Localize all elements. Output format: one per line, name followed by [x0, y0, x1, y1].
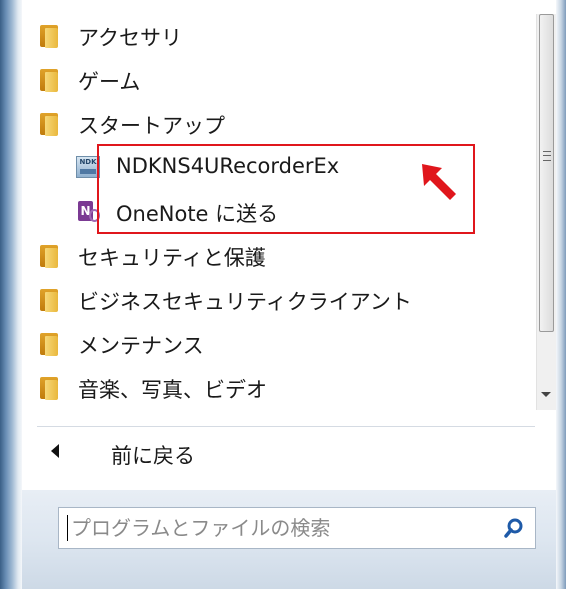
folder-icon [40, 68, 64, 92]
highlight-annotation-box [97, 144, 475, 234]
grip-icon [543, 151, 551, 161]
back-button-label: 前に戻る [111, 444, 195, 468]
program-item-label: セキュリティと保護 [78, 246, 266, 270]
scroll-down-arrow-icon[interactable] [541, 392, 551, 397]
search-icon[interactable] [503, 517, 525, 539]
text-cursor [67, 515, 68, 541]
folder-icon [40, 376, 64, 400]
program-item-accessories[interactable]: アクセサリ [22, 14, 534, 58]
window-frame-right [556, 0, 566, 589]
program-item-label: ゲーム [78, 70, 141, 94]
program-item-security[interactable]: セキュリティと保護 [22, 234, 534, 278]
program-item-games[interactable]: ゲーム [22, 58, 534, 102]
program-item-label: ビジネスセキュリティクライアント [78, 290, 412, 314]
window-frame-left [0, 0, 22, 589]
search-box[interactable] [58, 507, 536, 549]
folder-icon [40, 332, 64, 356]
folder-icon [40, 112, 64, 136]
program-item-maintenance[interactable]: メンテナンス [22, 322, 534, 366]
red-arrow-annotation-icon [422, 164, 456, 200]
program-list-scrollbar[interactable] [536, 14, 556, 410]
program-item-startup[interactable]: スタートアップ [22, 102, 534, 146]
search-input[interactable] [71, 512, 491, 544]
program-item-label: スタートアップ [78, 114, 225, 138]
back-button[interactable]: 前に戻る [37, 432, 297, 474]
start-menu: アクセサリ ゲーム スタートアップ NDK NDKNS4URecorderEx … [0, 0, 566, 589]
program-item-music-photos-videos[interactable]: 音楽、写真、ビデオ [22, 366, 534, 410]
program-item-label: メンテナンス [78, 334, 204, 358]
folder-icon [40, 244, 64, 268]
back-arrow-icon [51, 444, 59, 458]
separator [37, 426, 535, 427]
program-item-label: アクセサリ [78, 26, 182, 50]
ndk-icon-text: NDK [79, 158, 97, 166]
folder-icon [40, 288, 64, 312]
scrollbar-thumb[interactable] [539, 14, 554, 332]
folder-icon [40, 24, 64, 48]
program-item-label: 音楽、写真、ビデオ [78, 378, 267, 402]
program-item-business-security-client[interactable]: ビジネスセキュリティクライアント [22, 278, 534, 322]
